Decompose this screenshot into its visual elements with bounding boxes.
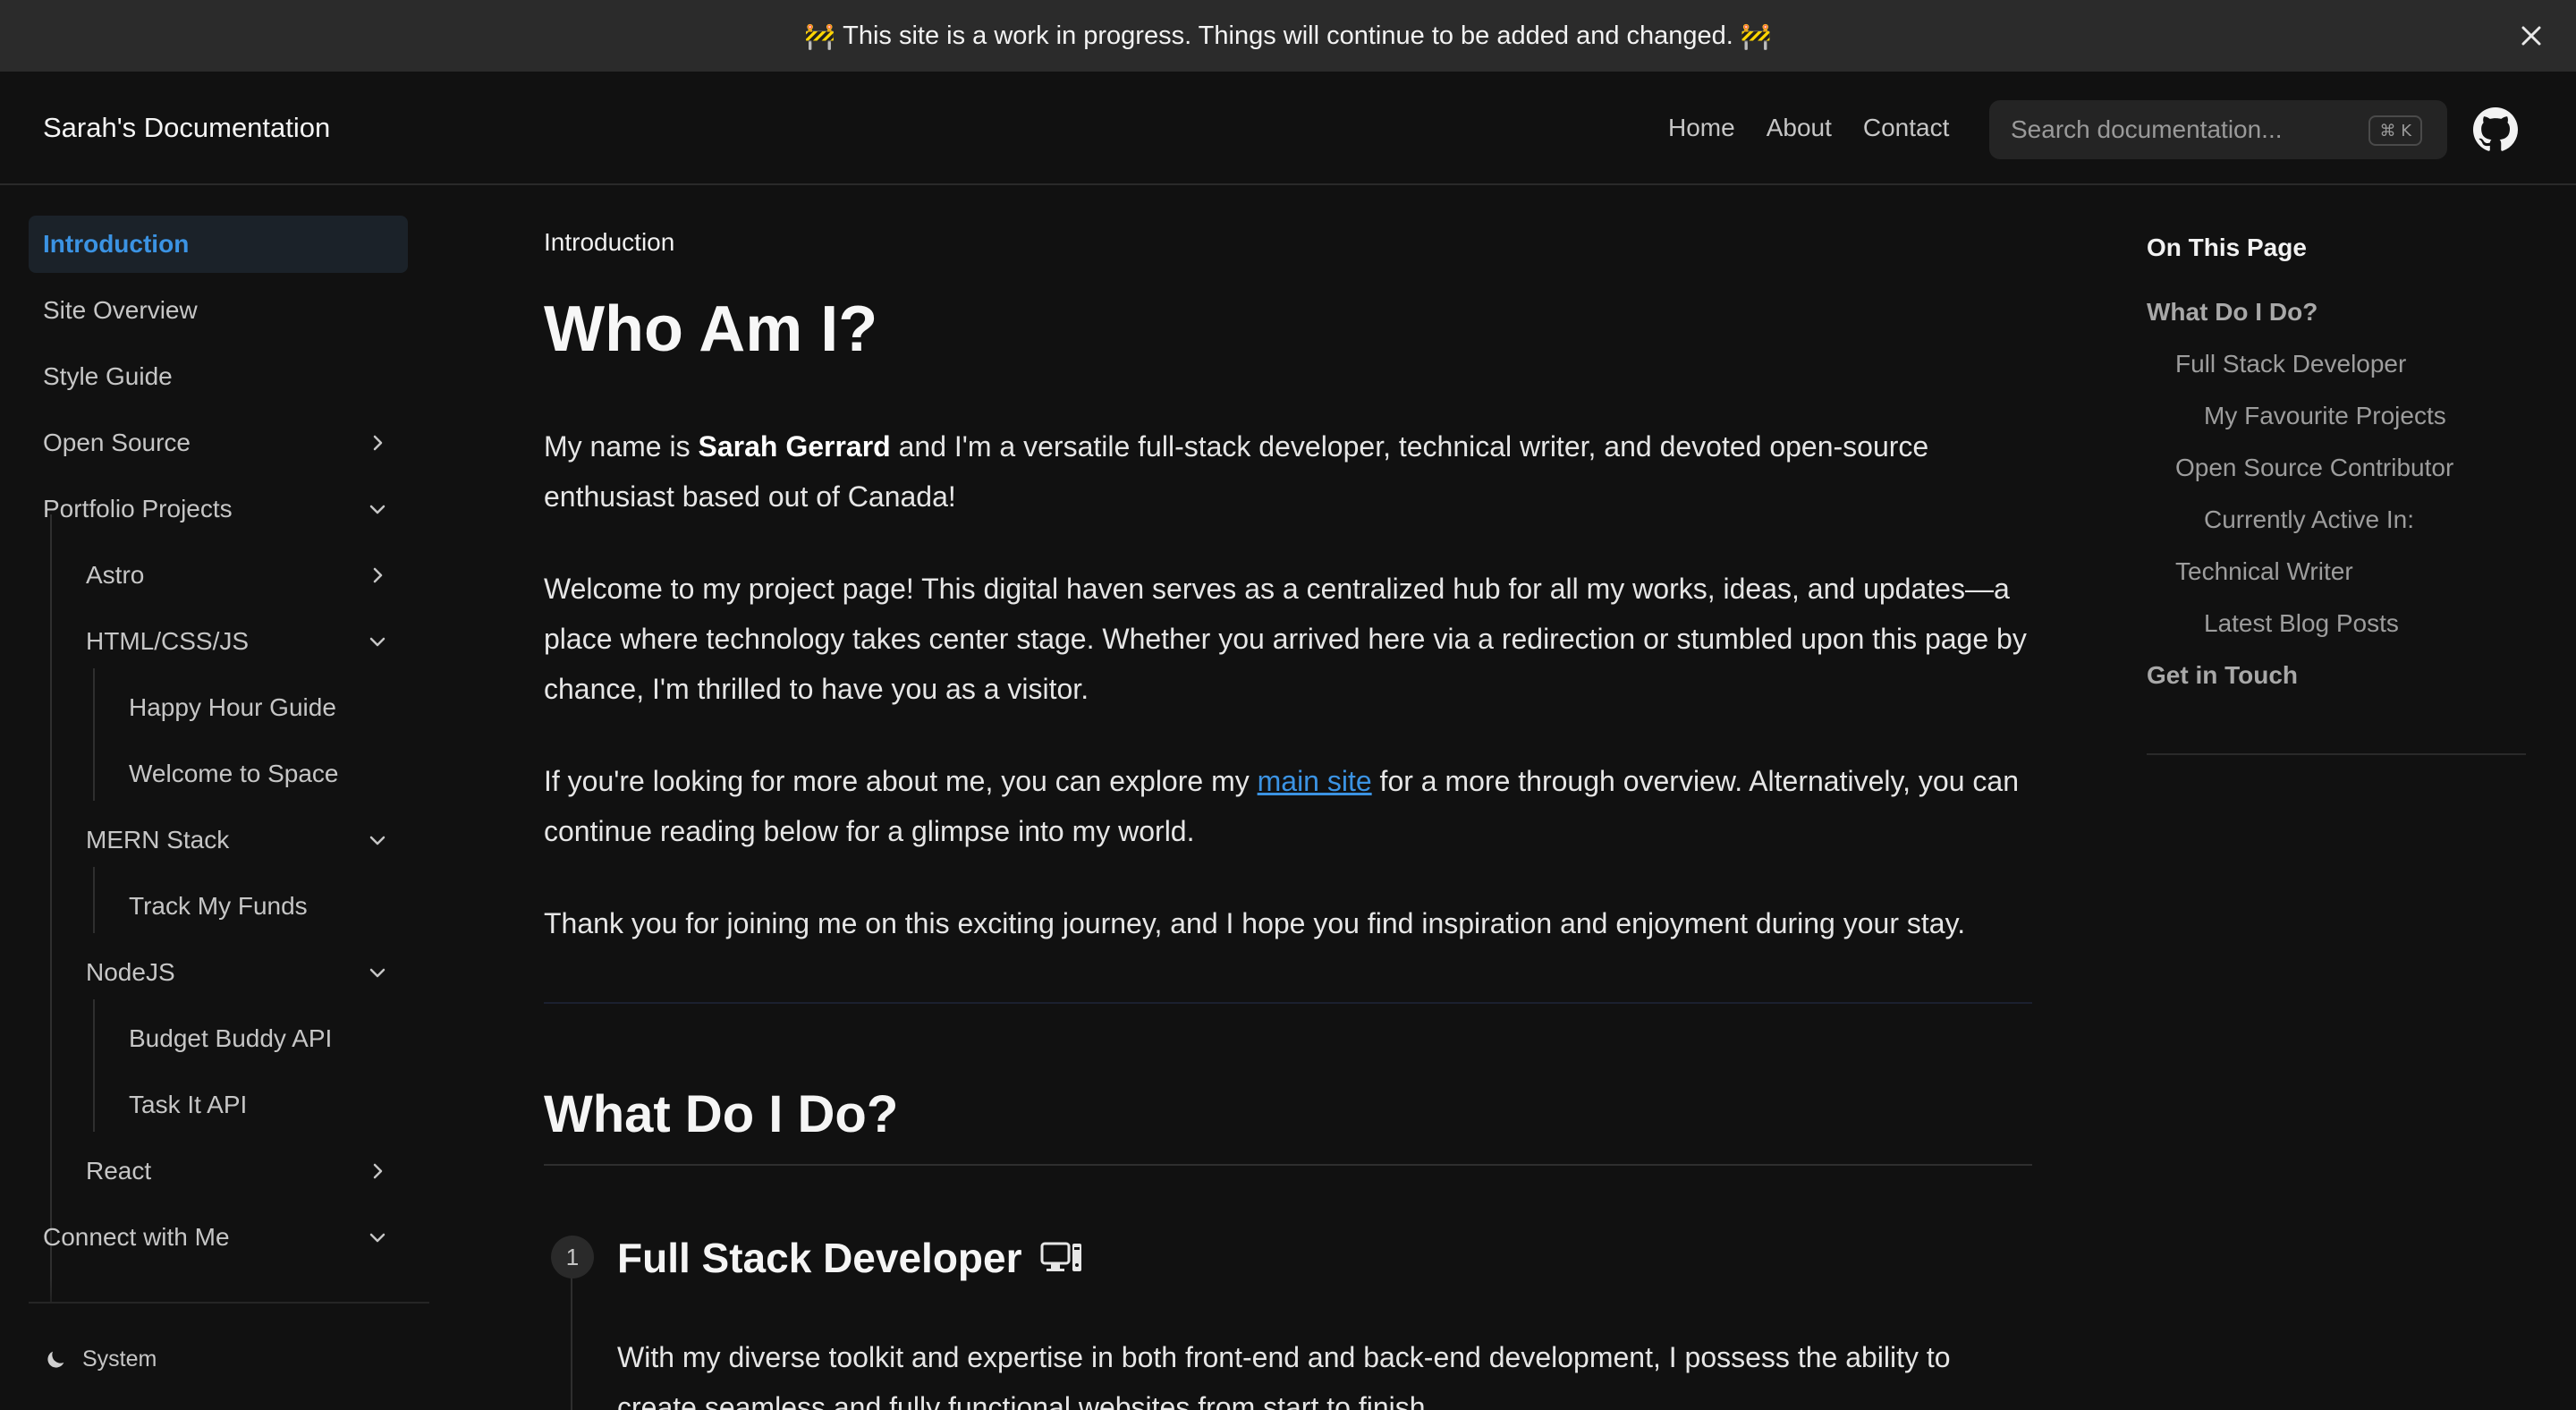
sidebar-item-open-source[interactable]: Open Source	[29, 414, 408, 471]
sidebar-item-label: Style Guide	[43, 362, 173, 390]
close-banner-button[interactable]	[2513, 18, 2549, 54]
sidebar-item-label: Happy Hour Guide	[129, 693, 336, 721]
page-title: Who Am I?	[544, 293, 878, 365]
sidebar-item-style-guide[interactable]: Style Guide	[29, 348, 408, 405]
computer-icon	[1040, 1242, 1081, 1271]
site-brand[interactable]: Sarah's Documentation	[43, 112, 330, 144]
search-shortcut: ⌘ K	[2368, 115, 2422, 146]
sidebar-item-introduction[interactable]: Introduction	[29, 216, 408, 273]
sidebar-item-budget-buddy-api[interactable]: Budget Buddy API	[114, 1010, 408, 1067]
sidebar-item-nodejs[interactable]: NodeJS	[72, 944, 408, 1001]
toc-item-what-do-i-do[interactable]: What Do I Do?	[2147, 298, 2318, 327]
toc-item-get-in-touch[interactable]: Get in Touch	[2147, 661, 2298, 690]
author-name: Sarah Gerrard	[698, 430, 891, 463]
sidebar-item-label: Task It API	[129, 1091, 248, 1118]
toc-title: On This Page	[2147, 234, 2307, 261]
chevron-down-icon	[369, 505, 386, 514]
sidebar: Introduction Site Overview Style Guide O…	[0, 187, 429, 1410]
main-site-link[interactable]: main site	[1258, 765, 1372, 797]
nav-links: Home About Contact	[1668, 114, 1980, 142]
toc-item-open-source-contributor[interactable]: Open Source Contributor	[2175, 454, 2453, 482]
top-navbar: Sarah's Documentation Home About Contact…	[0, 72, 2576, 185]
moon-icon	[47, 1351, 64, 1368]
sidebar-item-label: NodeJS	[86, 958, 175, 986]
chevron-right-icon	[373, 567, 383, 583]
sidebar-item-label: Connect with Me	[43, 1223, 230, 1251]
sidebar-item-connect-with-me[interactable]: Connect with Me	[29, 1209, 408, 1266]
sidebar-item-react[interactable]: React	[72, 1142, 408, 1200]
breadcrumb: Introduction	[544, 228, 675, 256]
close-icon	[2521, 26, 2541, 46]
toc-item-currently-active-in[interactable]: Currently Active In:	[2204, 505, 2414, 534]
sidebar-item-happy-hour-guide[interactable]: Happy Hour Guide	[114, 679, 408, 736]
banner-text: This site is a work in progress. Things …	[843, 21, 1733, 50]
sidebar-item-label: Track My Funds	[129, 892, 308, 920]
announcement-banner: 🚧 This site is a work in progress. Thing…	[0, 0, 2576, 72]
nav-link-about[interactable]: About	[1767, 114, 1832, 142]
intro-paragraph-3: If you're looking for more about me, you…	[544, 756, 2032, 856]
construction-icon: 🚧	[1740, 21, 1772, 50]
step-paragraph: With my diverse toolkit and expertise in…	[617, 1341, 1951, 1410]
theme-toggle[interactable]: System	[43, 1346, 157, 1372]
intro-paragraph-2: Welcome to my project page! This digital…	[544, 573, 2027, 705]
sidebar-footer: System	[29, 1302, 429, 1410]
divider	[2147, 753, 2526, 755]
construction-icon: 🚧	[804, 21, 836, 50]
sidebar-item-task-it-api[interactable]: Task It API	[114, 1076, 408, 1134]
text: My name is	[544, 430, 699, 463]
chevron-right-icon	[373, 1163, 383, 1179]
toc-item-technical-writer[interactable]: Technical Writer	[2175, 557, 2353, 586]
sidebar-item-portfolio-projects[interactable]: Portfolio Projects	[29, 480, 408, 538]
chevron-right-icon	[373, 435, 383, 451]
nav-link-contact[interactable]: Contact	[1863, 114, 1950, 142]
sidebar-item-astro[interactable]: Astro	[72, 547, 408, 604]
table-of-contents: On This Page What Do I Do? Full Stack De…	[2147, 187, 2526, 813]
sidebar-item-label: Site Overview	[43, 296, 198, 324]
divider	[544, 1164, 2032, 1166]
step-number: 1	[551, 1236, 594, 1278]
section-heading-what-do-i-do: What Do I Do?	[544, 1085, 899, 1143]
intro-paragraph-4: Thank you for joining me on this excitin…	[544, 907, 1966, 939]
sidebar-item-track-my-funds[interactable]: Track My Funds	[114, 878, 408, 935]
step-title: Full Stack Developer	[617, 1235, 1022, 1281]
sidebar-item-label: HTML/CSS/JS	[86, 627, 250, 655]
chevron-down-icon	[369, 1233, 386, 1243]
sidebar-item-label: Budget Buddy API	[129, 1024, 333, 1052]
chevron-down-icon	[369, 637, 386, 647]
sidebar-item-label: React	[86, 1157, 152, 1185]
step-heading: Full Stack Developer	[617, 1234, 1083, 1282]
nav-link-home[interactable]: Home	[1668, 114, 1735, 142]
sidebar-item-html-css-js[interactable]: HTML/CSS/JS	[72, 613, 408, 670]
sidebar-item-label: Portfolio Projects	[43, 495, 233, 522]
search-input[interactable]: Search documentation... ⌘ K	[1989, 100, 2447, 159]
sidebar-item-welcome-to-space[interactable]: Welcome to Space	[114, 745, 408, 803]
toc-item-latest-blog-posts[interactable]: Latest Blog Posts	[2204, 609, 2399, 638]
intro-paragraph-1: My name is Sarah Gerrard and I'm a versa…	[544, 421, 2032, 522]
chevron-down-icon	[369, 968, 386, 978]
divider	[544, 1002, 2032, 1004]
main-content: Introduction Who Am I? My name is Sarah …	[544, 187, 2032, 1410]
toc-item-full-stack-developer[interactable]: Full Stack Developer	[2175, 350, 2406, 378]
sidebar-item-label: MERN Stack	[86, 826, 230, 854]
search-placeholder: Search documentation...	[2011, 115, 2283, 143]
sidebar-item-mern-stack[interactable]: MERN Stack	[72, 811, 408, 869]
chevron-down-icon	[369, 836, 386, 845]
text: If you're looking for more about me, you…	[544, 765, 1258, 797]
github-icon[interactable]	[2473, 107, 2518, 152]
sidebar-item-site-overview[interactable]: Site Overview	[29, 282, 408, 339]
theme-label: System	[82, 1346, 157, 1372]
toc-item-my-favourite-projects[interactable]: My Favourite Projects	[2204, 402, 2446, 430]
sidebar-item-label: Introduction	[43, 230, 190, 258]
sidebar-item-label: Astro	[86, 561, 145, 589]
sidebar-item-label: Welcome to Space	[129, 760, 339, 787]
sidebar-item-label: Open Source	[43, 429, 191, 456]
